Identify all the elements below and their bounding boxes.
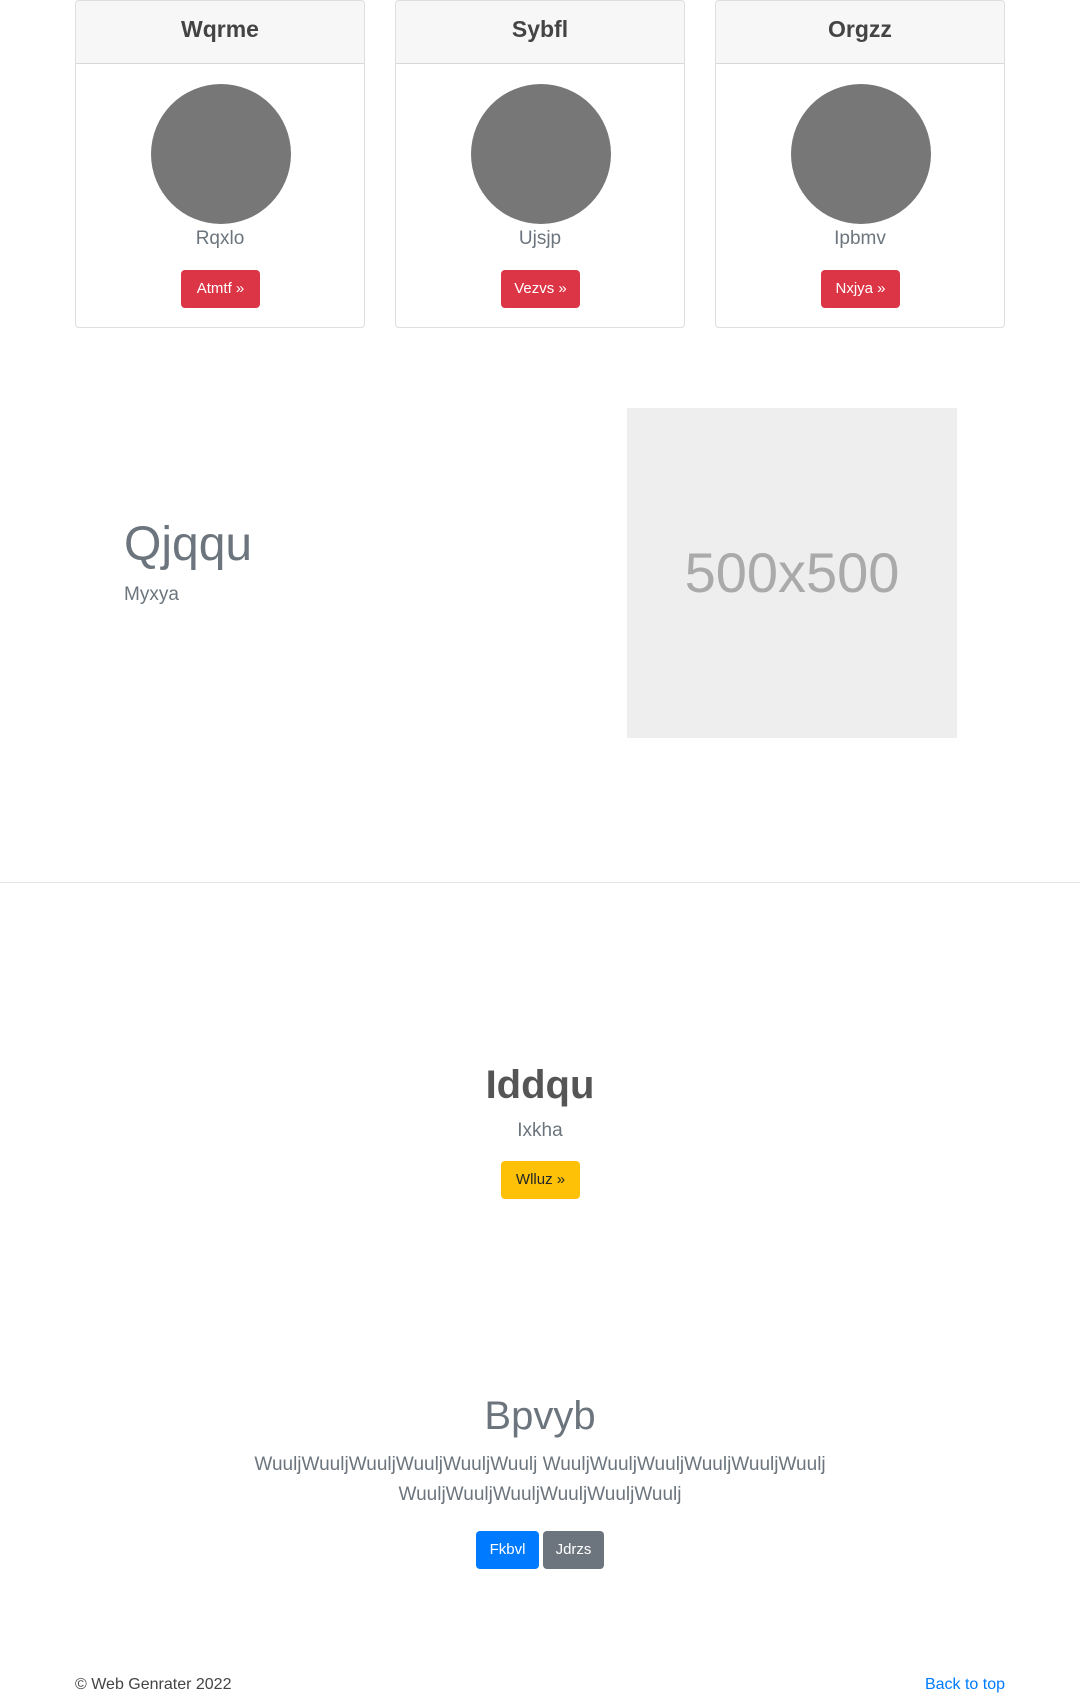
placeholder-image: 500x500 — [627, 408, 957, 738]
primary-button[interactable]: Fkbvl — [476, 1531, 539, 1569]
card-title: Orgzz — [716, 1, 1004, 64]
bottom-title: Bpvyb — [484, 1394, 596, 1438]
card-button[interactable]: Nxjya » — [821, 270, 900, 308]
avatar — [791, 84, 931, 224]
card-button[interactable]: Atmtf » — [181, 270, 260, 308]
section-divider — [0, 882, 1080, 883]
card-title: Wqrme — [76, 1, 364, 64]
back-to-top-link[interactable]: Back to top — [925, 1676, 1005, 1694]
cta-subtitle: Ixkha — [517, 1120, 563, 1141]
card-subtitle: Rqxlo — [195, 228, 245, 249]
cards-row: Wqrme Rqxlo Atmtf » Sybfl Ujsjp Vezvs » … — [75, 0, 1005, 328]
feature-title: Qjqqu — [124, 518, 253, 571]
bottom-text: WuuljWuuljWuuljWuuljWuuljWuulj WuuljWuul… — [254, 1454, 826, 1505]
avatar — [151, 84, 291, 224]
card-subtitle: Ipbmv — [834, 228, 886, 249]
secondary-button[interactable]: Jdrzs — [543, 1531, 604, 1569]
card-2: Sybfl Ujsjp Vezvs » — [395, 0, 685, 328]
card-subtitle: Ujsjp — [518, 228, 562, 249]
avatar — [471, 84, 611, 224]
cta-title: Iddqu — [485, 1063, 595, 1107]
card-3: Orgzz Ipbmv Nxjya » — [715, 0, 1005, 328]
card-title: Sybfl — [396, 1, 684, 64]
cta-button[interactable]: Wlluz » — [501, 1161, 580, 1199]
feature-subtitle: Myxya — [124, 584, 179, 605]
footer-copyright: © Web Genrater 2022 — [75, 1676, 232, 1693]
card-button[interactable]: Vezvs » — [501, 270, 580, 308]
card-1: Wqrme Rqxlo Atmtf » — [75, 0, 365, 328]
